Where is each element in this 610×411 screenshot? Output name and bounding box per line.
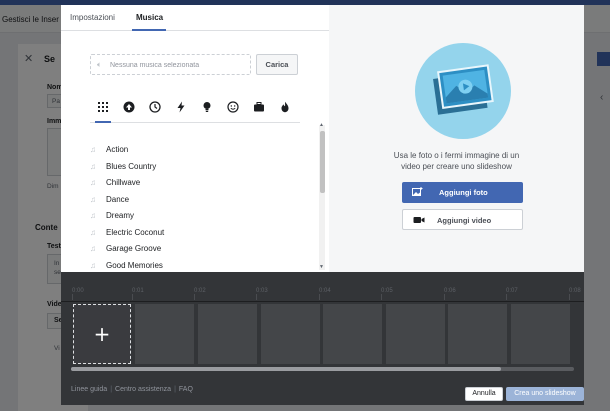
- music-category-bar: [90, 95, 300, 123]
- track-name: Chillwave: [106, 178, 141, 187]
- list-item[interactable]: ♫ Dreamy: [90, 209, 310, 226]
- slideshow-timeline: 0:00 0:01 0:02 0:03 0:04 0:05 0:06 0:07 …: [61, 272, 584, 405]
- slide-slot[interactable]: [261, 304, 320, 364]
- music-note-icon: ♫: [90, 260, 96, 270]
- scrollbar-thumb[interactable]: [71, 367, 501, 371]
- scroll-up-icon[interactable]: ▲: [319, 122, 324, 128]
- lightning-icon[interactable]: [173, 99, 189, 115]
- add-video-label: Aggiungi video: [437, 216, 492, 225]
- flame-icon[interactable]: [277, 99, 293, 115]
- tick-label: 0:07: [506, 288, 518, 294]
- tick-label: 0:03: [256, 288, 268, 294]
- add-video-button[interactable]: Aggiungi video: [402, 209, 523, 230]
- footer-links: Linee guida | Centro assistenza | FAQ: [71, 386, 193, 393]
- slide-slot[interactable]: [198, 304, 257, 364]
- music-selection-field[interactable]: 🔈︎: [90, 54, 251, 75]
- tick-label: 0:05: [381, 288, 393, 294]
- tab-bar: Impostazioni Musica: [61, 5, 329, 31]
- add-slide-button[interactable]: +: [73, 304, 131, 364]
- music-search-input[interactable]: [110, 58, 248, 72]
- arrow-up-icon[interactable]: [121, 99, 137, 115]
- slide-slot[interactable]: [135, 304, 194, 364]
- tick-label: 0:01: [132, 288, 144, 294]
- tab-active-indicator: [132, 29, 166, 31]
- media-instructions: Usa le foto o i fermi immagine di un vid…: [393, 151, 520, 171]
- tick-label: 0:08: [569, 288, 581, 294]
- track-name: Blues Country: [106, 161, 157, 171]
- tick-mark: [72, 294, 73, 300]
- music-note-icon: ♫: [90, 211, 96, 220]
- tick-label: 0:02: [194, 288, 206, 294]
- tab-music[interactable]: Musica: [136, 13, 163, 22]
- music-note-icon: ♫: [90, 145, 96, 154]
- slideshow-illustration: [415, 43, 511, 139]
- track-name: Garage Groove: [106, 244, 162, 253]
- help-center-link[interactable]: Centro assistenza: [115, 386, 171, 393]
- tick-mark: [132, 294, 133, 300]
- scrollbar-thumb[interactable]: [320, 131, 325, 193]
- music-note-icon: ♫: [90, 178, 96, 187]
- tick-mark: [506, 294, 507, 300]
- briefcase-icon[interactable]: [251, 99, 267, 115]
- list-item[interactable]: ♫ Dance: [90, 193, 310, 210]
- video-camera-icon: [413, 217, 425, 223]
- list-item[interactable]: ♫ Garage Groove: [90, 242, 310, 259]
- tick-label: 0:04: [319, 288, 331, 294]
- tick-mark: [569, 294, 570, 300]
- tick-mark: [256, 294, 257, 300]
- timeline-frames: +: [71, 304, 584, 364]
- link-separator: |: [174, 386, 176, 393]
- faq-link[interactable]: FAQ: [179, 386, 193, 393]
- list-item[interactable]: ♫ Chillwave: [90, 176, 310, 193]
- tab-settings[interactable]: Impostazioni: [70, 13, 115, 22]
- add-photo-label: Aggiungi foto: [439, 188, 488, 197]
- track-name: Dance: [106, 194, 130, 204]
- smiley-icon[interactable]: [225, 99, 241, 115]
- slide-slot[interactable]: [386, 304, 445, 364]
- scroll-down-icon[interactable]: ▼: [319, 264, 324, 270]
- tick-label: 0:06: [444, 288, 456, 294]
- tick-mark: [319, 294, 320, 300]
- add-photo-button[interactable]: Aggiungi foto: [402, 182, 523, 203]
- speaker-muted-icon: 🔈︎: [97, 60, 102, 69]
- music-track-list: ♫ Action ♫ Blues Country ♫ Chillwave ♫ Dance…: [90, 143, 310, 275]
- track-name: Action: [106, 145, 129, 154]
- link-separator: |: [110, 386, 113, 393]
- guidelines-link[interactable]: Linee guida: [71, 386, 107, 393]
- slide-slot[interactable]: [323, 304, 382, 364]
- tick-mark: [194, 294, 195, 300]
- music-note-icon: ♫: [90, 161, 96, 171]
- music-note-icon: ♫: [90, 227, 96, 237]
- upload-music-button[interactable]: Carica: [256, 54, 298, 75]
- lightbulb-icon[interactable]: [199, 99, 215, 115]
- track-name: Dreamy: [106, 211, 135, 220]
- music-note-icon: ♫: [90, 194, 96, 204]
- timeline-scrollbar[interactable]: [71, 367, 574, 371]
- tick-label: 0:00: [72, 288, 84, 294]
- timeline-ruler: 0:00 0:01 0:02 0:03 0:04 0:05 0:06 0:07 …: [61, 272, 584, 302]
- track-name: Electric Coconut: [106, 227, 165, 237]
- slide-slot[interactable]: [448, 304, 507, 364]
- list-item[interactable]: ♫ Electric Coconut: [90, 226, 310, 243]
- slide-slot[interactable]: [511, 304, 570, 364]
- category-active-indicator: [95, 121, 111, 123]
- tick-mark: [444, 294, 445, 300]
- add-photo-icon: [412, 187, 423, 196]
- slideshow-dialog: Impostazioni Musica 🔈︎ Carica: [61, 5, 584, 405]
- photo-stack-icon: [433, 64, 494, 115]
- music-pane: Impostazioni Musica 🔈︎ Carica: [61, 5, 329, 272]
- list-item[interactable]: ♫ Action: [90, 143, 310, 160]
- track-name: Good Memories: [106, 260, 163, 270]
- create-slideshow-button[interactable]: Crea uno slideshow: [506, 387, 584, 401]
- music-note-icon: ♫: [90, 244, 96, 253]
- list-item[interactable]: ♫ Blues Country: [90, 160, 310, 177]
- media-pane: Usa le foto o i fermi immagine di un vid…: [329, 5, 584, 272]
- cancel-button[interactable]: Annulla: [465, 387, 503, 401]
- tick-mark: [381, 294, 382, 300]
- grid-icon[interactable]: [95, 99, 111, 115]
- clock-icon[interactable]: [147, 99, 163, 115]
